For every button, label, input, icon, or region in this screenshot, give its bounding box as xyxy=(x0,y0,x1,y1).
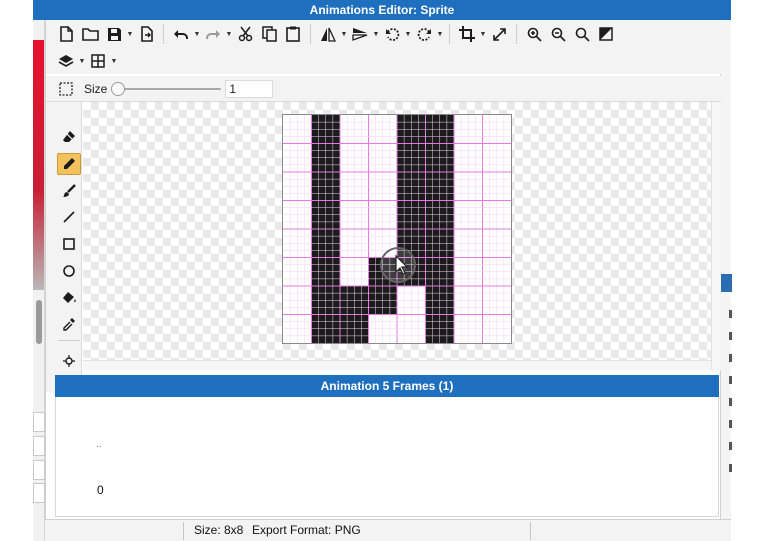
flip-horizontal-caret[interactable]: ▼ xyxy=(340,31,348,38)
export-icon[interactable] xyxy=(134,23,158,45)
background-scrollbar[interactable] xyxy=(36,300,42,344)
toolbar-separator xyxy=(310,24,311,44)
background-app-right xyxy=(720,20,732,520)
eyedropper-icon[interactable] xyxy=(57,313,81,335)
paste-icon[interactable] xyxy=(281,23,305,45)
selection-icon[interactable] xyxy=(54,78,78,100)
main-toolbar: ▼ ▼ ▼ ▼ ▼ ▼ ▼ ▼ xyxy=(46,20,721,48)
cut-icon[interactable] xyxy=(233,23,257,45)
pixel-grid[interactable] xyxy=(283,115,511,343)
rotate-left-caret[interactable]: ▼ xyxy=(404,31,412,38)
background-tick xyxy=(729,464,732,472)
line-icon[interactable] xyxy=(57,206,81,228)
size-slider[interactable] xyxy=(111,81,222,96)
background-field[interactable] xyxy=(33,460,45,480)
status-size: Size: 8x8 xyxy=(194,523,244,537)
background-app-left xyxy=(33,0,45,541)
tool-palette xyxy=(46,102,82,392)
size-slider-knob[interactable] xyxy=(111,81,126,96)
rectangle-icon[interactable] xyxy=(57,233,81,255)
move-icon[interactable] xyxy=(57,350,81,372)
color-mode-icon[interactable] xyxy=(594,23,618,45)
background-tick xyxy=(729,354,732,362)
brush-toolbar: Size 1 xyxy=(46,76,721,102)
size-input[interactable]: 1 xyxy=(225,79,274,98)
layer-toolbar: ▼ ▼ xyxy=(46,48,721,74)
zoom-out-icon[interactable] xyxy=(546,23,570,45)
ellipse-icon[interactable] xyxy=(57,260,81,282)
crop-caret[interactable]: ▼ xyxy=(479,31,487,38)
animation-panel-title: Animation 5 Frames (1) xyxy=(55,375,719,397)
toolbar-separator xyxy=(516,24,517,44)
window-title: Animations Editor: Sprite xyxy=(33,0,731,20)
pencil-icon[interactable] xyxy=(57,153,81,175)
flip-vertical-caret[interactable]: ▼ xyxy=(372,31,380,38)
toolbar-separator xyxy=(449,24,450,44)
rotate-right-caret[interactable]: ▼ xyxy=(436,31,444,38)
layers-icon[interactable] xyxy=(54,50,78,72)
rotate-left-icon[interactable] xyxy=(380,23,404,45)
screen: Animations Editor: Sprite ▼ ▼ ▼ ▼ ▼ ▼ ▼ … xyxy=(0,0,763,541)
grid-icon[interactable] xyxy=(86,50,110,72)
background-tick xyxy=(729,420,732,428)
eraser-icon[interactable] xyxy=(57,126,81,148)
background-blue-bar xyxy=(721,274,732,292)
sprite-canvas[interactable] xyxy=(282,114,512,344)
background-color-strip xyxy=(33,40,44,290)
status-bar: Size: 8x8 Export Format: PNG xyxy=(45,519,731,541)
open-folder-icon[interactable] xyxy=(78,23,102,45)
status-export-format: Export Format: PNG xyxy=(252,523,361,537)
background-field[interactable] xyxy=(33,483,45,503)
tool-separator xyxy=(58,340,80,341)
size-label: Size xyxy=(84,81,108,96)
fill-icon[interactable] xyxy=(57,287,81,309)
layers-caret[interactable]: ▼ xyxy=(78,58,86,65)
background-tick xyxy=(729,398,732,406)
toolbar-separator xyxy=(163,24,164,44)
background-field[interactable] xyxy=(33,412,45,432)
canvas-horizontal-scrollbar[interactable] xyxy=(83,360,711,370)
background-tick xyxy=(729,310,732,318)
status-divider xyxy=(530,522,531,540)
resize-icon[interactable] xyxy=(487,23,511,45)
undo-caret[interactable]: ▼ xyxy=(193,31,201,38)
background-field[interactable] xyxy=(33,436,45,456)
rotate-right-icon[interactable] xyxy=(412,23,436,45)
save-caret[interactable]: ▼ xyxy=(126,31,134,38)
animation-frames-panel: .. 0 xyxy=(55,397,719,517)
zoom-reset-icon[interactable] xyxy=(570,23,594,45)
background-tick xyxy=(729,332,732,340)
save-icon[interactable] xyxy=(102,23,126,45)
frame-index-label: 0 xyxy=(97,483,104,497)
animations-editor: ▼ ▼ ▼ ▼ ▼ ▼ ▼ ▼ ▼ ▼ Size 1 Animation 5 F… xyxy=(45,20,721,520)
redo-caret[interactable]: ▼ xyxy=(225,31,233,38)
flip-vertical-icon[interactable] xyxy=(348,23,372,45)
background-tick xyxy=(729,376,732,384)
crop-icon[interactable] xyxy=(455,23,479,45)
undo-icon[interactable] xyxy=(169,23,193,45)
frame-thumbnail[interactable]: .. xyxy=(96,439,102,450)
size-slider-track xyxy=(115,87,222,90)
background-tick xyxy=(729,442,732,450)
status-divider xyxy=(183,522,184,540)
flip-horizontal-icon[interactable] xyxy=(316,23,340,45)
new-file-icon[interactable] xyxy=(54,23,78,45)
zoom-in-icon[interactable] xyxy=(522,23,546,45)
canvas-vertical-scrollbar[interactable] xyxy=(711,102,721,370)
brush-icon[interactable] xyxy=(57,180,81,202)
redo-icon[interactable] xyxy=(201,23,225,45)
copy-icon[interactable] xyxy=(257,23,281,45)
grid-caret[interactable]: ▼ xyxy=(110,58,118,65)
